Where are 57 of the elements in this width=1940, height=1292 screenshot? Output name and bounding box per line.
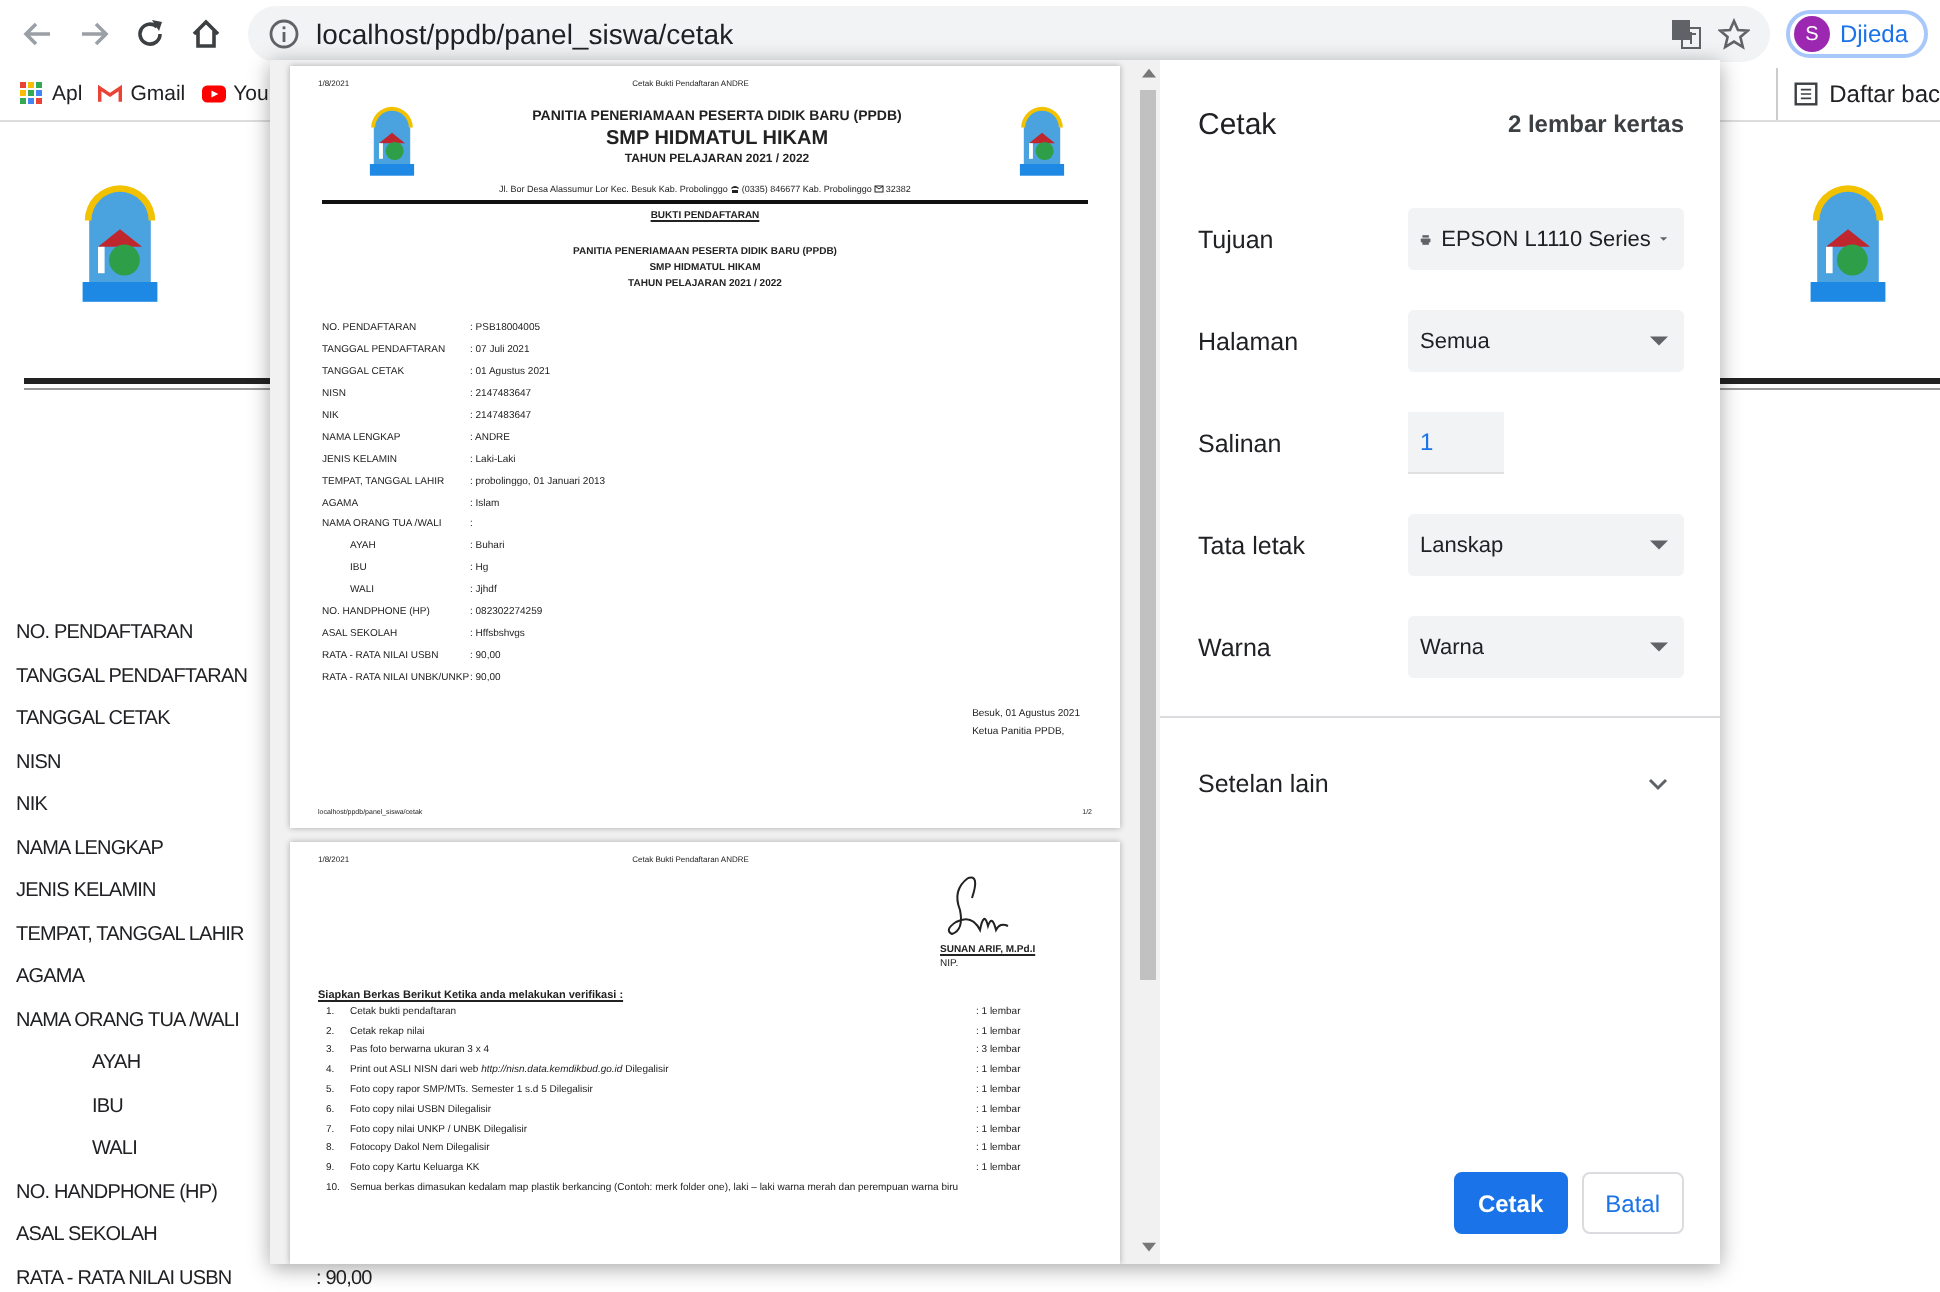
field-label: IBU	[90, 1095, 125, 1118]
more-settings-toggle[interactable]: Setelan lain	[1198, 734, 1684, 834]
field-label: JENIS KELAMIN	[16, 880, 158, 903]
dropdown-caret-icon	[1650, 336, 1668, 346]
field-label: NISN	[16, 751, 63, 774]
field-label: NO. PENDAFTARAN	[16, 622, 195, 645]
scrollbar-thumb[interactable]	[1140, 90, 1156, 980]
sheet-count: 2 lembar kertas	[1507, 110, 1684, 138]
apps-grid-icon	[20, 82, 44, 106]
setting-label: Warna	[1198, 633, 1273, 661]
star-icon[interactable]	[1717, 18, 1750, 50]
bookmark-link[interactable]: Apl	[20, 82, 83, 106]
scroll-down-icon[interactable]	[1141, 1242, 1155, 1252]
reload-icon	[132, 16, 168, 52]
setting-label: Tujuan	[1198, 225, 1276, 253]
mail-icon	[873, 184, 884, 194]
dialog-title: Cetak	[1198, 107, 1277, 141]
field-label: TEMPAT, TANGGAL LAHIR	[16, 923, 246, 946]
setting-label: Salinan	[1198, 429, 1284, 457]
field-label: TANGGAL CETAK	[16, 708, 172, 731]
phone-icon	[729, 184, 740, 194]
field-label: RATA - RATA NILAI USBN	[16, 1267, 234, 1290]
scroll-up-icon[interactable]	[1141, 68, 1155, 78]
field-label: AYAH	[90, 1052, 143, 1075]
print-button[interactable]: Cetak	[1453, 1172, 1568, 1234]
reading-list-button[interactable]: Daftar bac	[1775, 68, 1940, 120]
chevron-icon	[1648, 777, 1668, 791]
field-label: NAMA LENGKAP	[16, 837, 166, 860]
cancel-button[interactable]: Batal	[1581, 1172, 1684, 1234]
info-icon	[268, 18, 300, 50]
field-label: NIK	[16, 794, 50, 817]
option-select[interactable]: Lanskap	[1408, 514, 1684, 576]
translate-icon[interactable]	[1669, 18, 1702, 50]
field-label: WALI	[90, 1138, 139, 1161]
bookmark-link[interactable]: Gmail	[98, 82, 186, 106]
copies-input[interactable]: 1	[1408, 412, 1504, 474]
option-select[interactable]: Warna	[1408, 616, 1684, 678]
field-label: AGAMA	[16, 966, 87, 989]
setting-label: Tata letak	[1198, 531, 1308, 559]
setting-label: Halaman	[1198, 327, 1301, 355]
bookmark-link[interactable]: You	[201, 82, 269, 106]
field-label: NAMA ORANG TUA /WALI	[16, 1009, 241, 1032]
mail-icon	[98, 82, 123, 106]
field-label: NO. HANDPHONE (HP)	[16, 1181, 220, 1204]
list-icon	[1793, 82, 1818, 106]
dropdown-caret-icon	[1650, 540, 1668, 550]
destination-select[interactable]: EPSON L1110 Series	[1408, 208, 1684, 270]
dropdown-caret-icon	[1650, 642, 1668, 652]
field-value: : 90,00	[316, 1267, 372, 1290]
address-bar[interactable]: localhost/ppdb/panel_siswa/cetak	[248, 6, 1770, 62]
home-icon	[188, 16, 224, 52]
field-label: TANGGAL PENDAFTARAN	[16, 665, 250, 688]
play-icon	[201, 82, 226, 106]
option-select[interactable]: Semua	[1408, 310, 1684, 372]
school-name: SMP HIDMATUL HIKAM	[605, 128, 829, 150]
profile-button[interactable]: S Djieda	[1785, 10, 1928, 58]
field-label: ASAL SEKOLAH	[16, 1224, 159, 1247]
